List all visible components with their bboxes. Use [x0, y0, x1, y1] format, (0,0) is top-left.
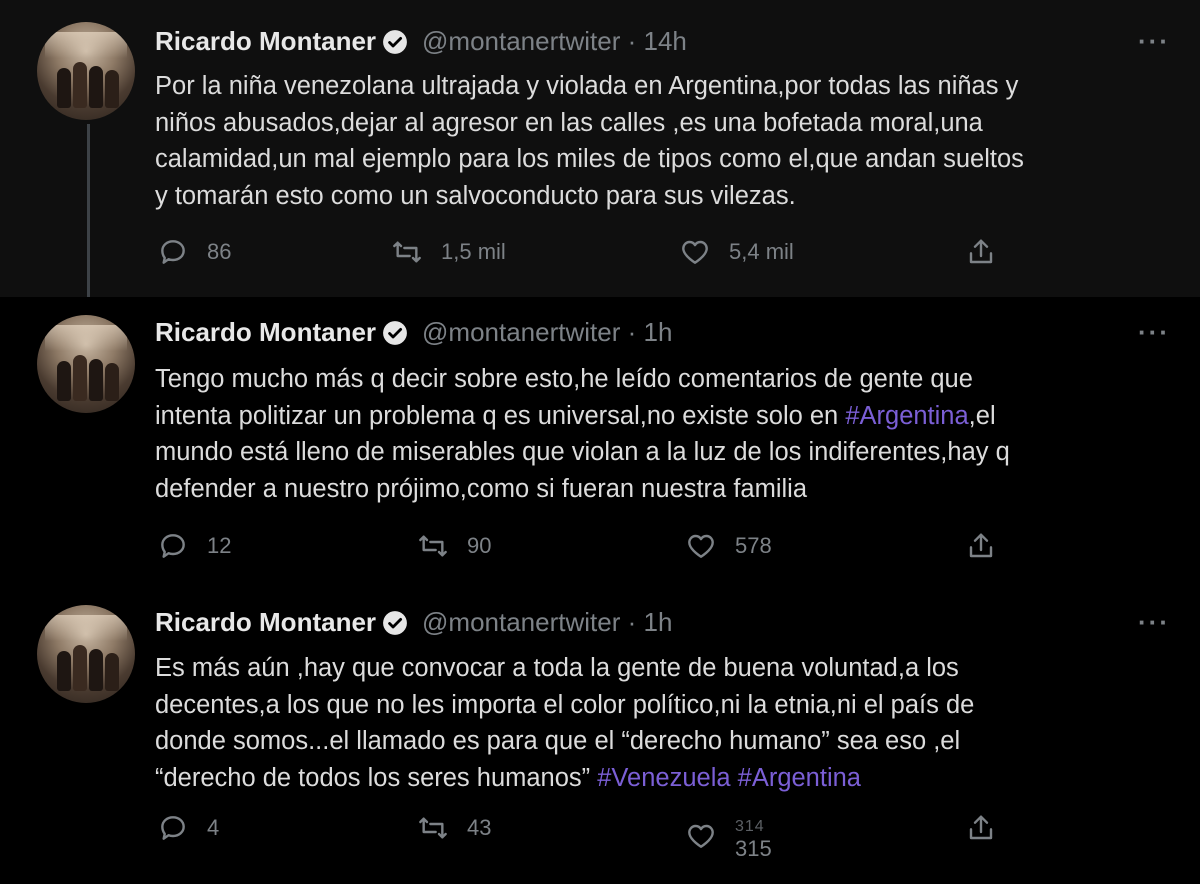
- like-count: 578: [735, 533, 772, 558]
- avatar-figure: [89, 66, 103, 108]
- share-icon: [969, 239, 993, 264]
- avatar[interactable]: [37, 315, 135, 413]
- share-button[interactable]: [965, 530, 1015, 562]
- verified-badge-icon: [383, 29, 407, 54]
- reply-count: 12: [207, 533, 232, 558]
- reply-button[interactable]: 86: [157, 236, 231, 268]
- author-name[interactable]: Ricardo Montaner: [155, 317, 376, 348]
- tweet-text: Por la niña venezolana ultrajada y viola…: [155, 72, 1024, 210]
- author-handle-and-time[interactable]: @montanertwiter · 14h: [422, 26, 687, 57]
- author-name[interactable]: Ricardo Montaner: [155, 607, 376, 638]
- like-count-animating: 314 315: [735, 816, 772, 860]
- like-count-previous: 314: [735, 818, 765, 835]
- retweet-button[interactable]: 43: [417, 812, 491, 844]
- avatar-figure: [73, 645, 87, 691]
- tweet-text: Tengo mucho más q decir sobre esto,he le…: [155, 361, 1175, 507]
- avatar-figure: [105, 70, 119, 108]
- reply-button[interactable]: 12: [157, 530, 231, 562]
- avatar-figure: [89, 359, 103, 401]
- avatar-figure: [105, 653, 119, 691]
- reply-button[interactable]: 4: [157, 812, 219, 844]
- author-handle-and-time[interactable]: @montanertwiter · 1h: [422, 317, 672, 348]
- avatar-figure: [73, 62, 87, 108]
- verified-badge-icon: [383, 610, 407, 635]
- hashtag-link[interactable]: #Venezuela: [597, 764, 730, 792]
- avatar-light: [45, 325, 127, 351]
- like-icon: [688, 534, 714, 558]
- retweet-button[interactable]: 1,5 mil: [391, 236, 506, 268]
- retweet-count: 43: [467, 815, 492, 840]
- avatar-figure: [105, 363, 119, 401]
- hashtag-link[interactable]: #Argentina: [738, 764, 861, 792]
- retweet-count: 90: [467, 533, 492, 558]
- more-icon[interactable]: ···: [1138, 26, 1170, 57]
- more-icon[interactable]: ···: [1138, 317, 1170, 348]
- tweet-thread: Ricardo Montaner @montanertwiter · 14h ·…: [0, 0, 1200, 884]
- like-icon: [688, 824, 714, 848]
- avatar-figure: [73, 355, 87, 401]
- more-icon[interactable]: ···: [1138, 607, 1170, 638]
- reply-count: 4: [207, 815, 220, 840]
- like-count: 315: [735, 836, 772, 861]
- tweet-actions: 12 90 578: [155, 530, 1025, 570]
- tweet-1[interactable]: Ricardo Montaner @montanertwiter · 14h ·…: [0, 0, 1200, 302]
- like-button[interactable]: 578: [685, 530, 772, 562]
- reply-icon: [161, 816, 185, 840]
- author-name[interactable]: Ricardo Montaner: [155, 26, 376, 57]
- avatar-light: [45, 615, 127, 641]
- reply-icon: [161, 240, 185, 264]
- tweet-header: Ricardo Montaner @montanertwiter · 1h: [155, 317, 672, 348]
- verified-badge-icon: [383, 320, 407, 345]
- thread-connector-line: [87, 124, 90, 302]
- avatar-light: [45, 32, 127, 58]
- retweet-button[interactable]: 90: [417, 530, 491, 562]
- like-count: 5,4 mil: [729, 239, 794, 264]
- tweet-actions: 86 1,5 mil 5,4 mil: [155, 236, 1025, 276]
- tweet-3[interactable]: Ricardo Montaner @montanertwiter · 1h ··…: [0, 587, 1200, 884]
- tweet-header: Ricardo Montaner @montanertwiter · 14h: [155, 26, 687, 57]
- hashtag-link[interactable]: #Argentina: [845, 402, 968, 430]
- retweet-icon: [393, 241, 421, 263]
- retweet-count: 1,5 mil: [441, 239, 506, 264]
- share-button[interactable]: [965, 236, 1015, 268]
- avatar-figure: [57, 361, 71, 401]
- share-button[interactable]: [965, 812, 1015, 844]
- like-button[interactable]: 314 315: [685, 812, 772, 860]
- reply-icon: [161, 534, 185, 558]
- author-handle-and-time[interactable]: @montanertwiter · 1h: [422, 607, 672, 638]
- avatar[interactable]: [37, 22, 135, 120]
- tweet-text: Es más aún ,hay que convocar a toda la g…: [155, 650, 1175, 796]
- reply-count: 86: [207, 239, 232, 264]
- share-icon: [969, 815, 993, 840]
- like-icon: [682, 240, 708, 264]
- share-icon: [969, 533, 993, 558]
- avatar-figure: [57, 651, 71, 691]
- retweet-icon: [419, 817, 447, 839]
- tweet-actions: 4 43 314 315: [155, 812, 1025, 860]
- avatar[interactable]: [37, 605, 135, 703]
- like-button[interactable]: 5,4 mil: [679, 236, 794, 268]
- avatar-figure: [89, 649, 103, 691]
- tweet-2[interactable]: Ricardo Montaner @montanertwiter · 1h ··…: [0, 297, 1200, 587]
- tweet-header: Ricardo Montaner @montanertwiter · 1h: [155, 607, 672, 638]
- avatar-figure: [57, 68, 71, 108]
- retweet-icon: [419, 535, 447, 557]
